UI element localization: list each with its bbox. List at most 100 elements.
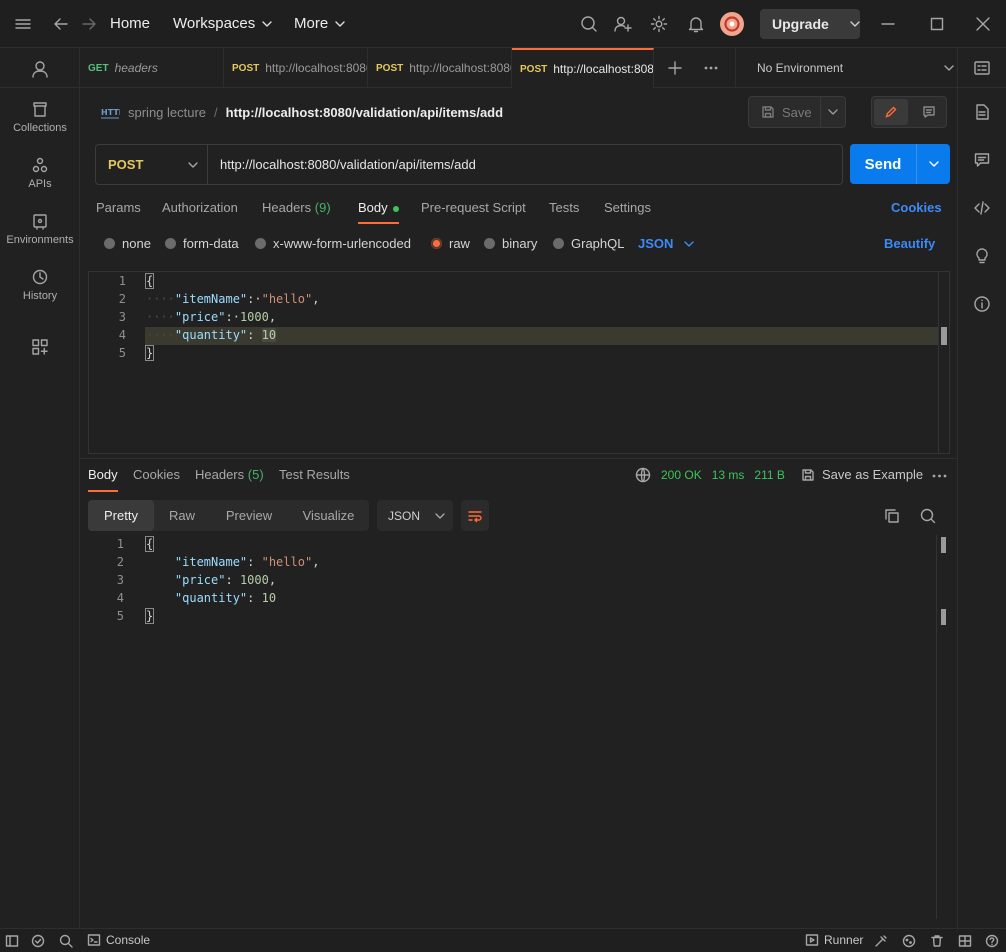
url-input[interactable]: http://localhost:8080/validation/api/ite…	[208, 157, 476, 172]
search-icon[interactable]	[580, 15, 598, 33]
tab-post-request-active[interactable]: POST http://localhost:8080	[512, 48, 654, 88]
view-pretty[interactable]: Pretty	[88, 500, 154, 531]
back-arrow-icon[interactable]	[52, 15, 70, 33]
method-select[interactable]: POST	[96, 145, 208, 184]
radio-form-data[interactable]: form-data	[165, 236, 239, 251]
save-as-example-button[interactable]: Save as Example	[801, 467, 923, 482]
two-pane-view-icon[interactable]	[958, 934, 972, 948]
code-snippet-icon[interactable]	[973, 199, 991, 217]
more-menu[interactable]: More	[294, 15, 346, 32]
environment-quick-look-icon[interactable]	[973, 59, 991, 77]
find-replace-icon[interactable]	[59, 934, 73, 948]
response-options-icon[interactable]	[932, 472, 948, 480]
sidebar-item-collections[interactable]: Collections	[0, 100, 80, 134]
response-tab-cookies[interactable]: Cookies	[133, 467, 180, 489]
copy-icon[interactable]	[884, 508, 900, 524]
beautify-button[interactable]: Beautify	[884, 236, 935, 251]
workspaces-menu[interactable]: Workspaces	[173, 15, 273, 32]
status-code[interactable]: 200 OK	[661, 468, 702, 482]
tab-params[interactable]: Params	[96, 200, 141, 222]
json-key: "itemName"	[174, 292, 248, 306]
maximize-window-icon[interactable]	[929, 16, 945, 32]
tab-post-request[interactable]: POST http://localhost:8080	[224, 48, 368, 88]
radio-graphql[interactable]: GraphQL	[553, 236, 624, 251]
view-preview[interactable]: Preview	[210, 500, 288, 531]
tab-authorization[interactable]: Authorization	[162, 200, 238, 222]
tab-headers[interactable]: GET headers	[80, 48, 224, 88]
trash-icon[interactable]	[930, 934, 944, 948]
minimize-window-icon[interactable]	[880, 16, 896, 32]
invite-user-icon[interactable]	[614, 15, 632, 33]
avatar[interactable]	[720, 12, 744, 36]
view-raw[interactable]: Raw	[154, 500, 210, 531]
tab-post-request[interactable]: POST http://localhost:8080	[368, 48, 512, 88]
response-tab-body[interactable]: Body	[88, 467, 118, 492]
tab-body[interactable]: Body	[358, 200, 400, 224]
tab-settings[interactable]: Settings	[604, 200, 651, 222]
radio-urlencoded[interactable]: x-www-form-urlencoded	[255, 236, 411, 251]
response-scrollbar[interactable]	[936, 535, 948, 919]
environment-selector[interactable]: No Environment	[735, 48, 957, 88]
lightbulb-icon[interactable]	[973, 247, 991, 265]
breadcrumb-request-name[interactable]: http://localhost:8080/validation/api/ite…	[226, 105, 503, 120]
close-brace: }	[144, 608, 155, 624]
forward-arrow-icon[interactable]	[80, 15, 98, 33]
home-link[interactable]: Home	[110, 15, 150, 32]
sidebar-item-apis[interactable]: APIs	[0, 156, 80, 190]
tab-tests[interactable]: Tests	[549, 200, 579, 222]
wrap-lines-button[interactable]	[461, 500, 489, 531]
response-size[interactable]: 211 B	[754, 468, 784, 482]
breadcrumb-collection[interactable]: spring lecture	[128, 105, 206, 120]
send-options-dropdown[interactable]	[917, 158, 950, 170]
close-window-icon[interactable]	[975, 16, 991, 32]
body-format-select[interactable]: JSON	[638, 236, 695, 251]
send-button[interactable]: Send	[850, 144, 950, 184]
upgrade-button[interactable]: Upgrade	[760, 9, 860, 39]
response-tab-headers[interactable]: Headers (5)	[195, 467, 264, 489]
response-time[interactable]: 13 ms	[712, 468, 745, 482]
search-icon[interactable]	[920, 508, 936, 524]
radio-binary[interactable]: binary	[484, 236, 537, 251]
new-tab-plus-icon[interactable]	[667, 60, 683, 76]
save-button[interactable]: Save	[748, 96, 846, 128]
radio-none[interactable]: none	[104, 236, 151, 251]
tab-headers[interactable]: Headers (9)	[262, 200, 331, 222]
radio-label: form-data	[183, 236, 239, 251]
settings-gear-icon[interactable]	[650, 15, 668, 33]
tab-pre-request-script[interactable]: Pre-request Script	[421, 200, 526, 222]
capture-requests-icon[interactable]	[874, 934, 888, 948]
radio-raw[interactable]: raw	[431, 236, 470, 251]
json-key: "quantity"	[174, 328, 248, 342]
editor-scrollbar[interactable]	[938, 272, 950, 453]
help-icon[interactable]	[985, 934, 999, 948]
edit-mode-button[interactable]	[874, 99, 908, 125]
configure-sidebar-icon[interactable]	[31, 338, 49, 356]
notifications-bell-icon[interactable]	[687, 15, 705, 33]
comments-icon[interactable]	[973, 151, 991, 169]
json-value: 1000	[239, 573, 269, 587]
sidebar-item-environments[interactable]: Environments	[0, 212, 80, 246]
view-visualize[interactable]: Visualize	[288, 500, 369, 531]
user-profile-icon[interactable]	[30, 59, 50, 79]
response-tab-test-results[interactable]: Test Results	[279, 467, 350, 489]
chevron-down-icon[interactable]	[821, 106, 845, 118]
format-label: JSON	[638, 236, 674, 251]
online-status-icon[interactable]	[31, 934, 45, 948]
menu-icon[interactable]	[14, 16, 32, 32]
console-button[interactable]: Console	[87, 933, 150, 947]
runner-button[interactable]: Runner	[805, 933, 863, 947]
comment-mode-button[interactable]	[914, 99, 944, 125]
documentation-icon[interactable]	[973, 103, 991, 121]
info-icon[interactable]	[973, 295, 991, 313]
cookies-link[interactable]: Cookies	[891, 200, 942, 222]
tab-options-icon[interactable]	[703, 60, 719, 76]
globe-icon[interactable]	[635, 467, 651, 483]
pane-divider[interactable]	[80, 458, 957, 459]
cookies-icon[interactable]	[902, 934, 916, 948]
toggle-sidebar-icon[interactable]	[5, 934, 19, 948]
scrollbar-thumb[interactable]	[941, 327, 947, 345]
sidebar-item-history[interactable]: History	[0, 268, 80, 302]
save-icon	[762, 106, 774, 118]
response-view-segmented: Pretty Raw Preview Visualize	[88, 500, 369, 531]
response-format-select[interactable]: JSON	[377, 500, 453, 531]
